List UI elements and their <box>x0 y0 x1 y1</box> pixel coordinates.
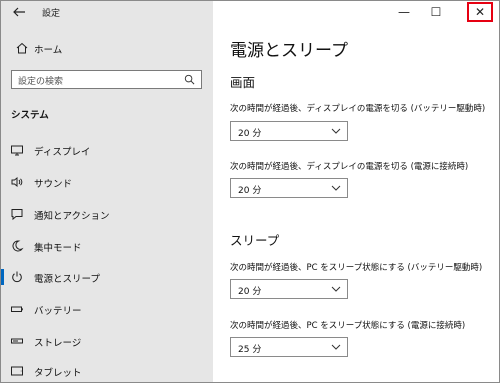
main-content: — ☐ ✕ 電源とスリープ 画面 次の時間が経過後、ディスプレイの電源を切る (… <box>213 1 499 382</box>
storage-icon <box>11 338 23 344</box>
home-icon <box>16 42 28 54</box>
sidebar-item-label: 電源とスリープ <box>34 274 100 285</box>
dropdown-value: 20 分 <box>238 129 262 139</box>
maximize-button[interactable]: ☐ <box>421 1 451 23</box>
sleep-battery-dropdown[interactable]: 20 分 <box>230 279 348 299</box>
speaker-icon <box>11 176 23 188</box>
chevron-down-icon <box>331 344 341 350</box>
sidebar-item-label: バッテリー <box>34 306 82 317</box>
screen-plugged-description: 次の時間が経過後、ディスプレイの電源を切る (電源に接続時) <box>230 162 469 172</box>
chevron-down-icon <box>331 185 341 191</box>
search-input[interactable]: 設定の検索 <box>11 70 202 89</box>
minimize-button[interactable]: — <box>389 1 419 23</box>
sleep-plugged-dropdown[interactable]: 25 分 <box>230 337 348 357</box>
back-button[interactable] <box>11 5 27 21</box>
app-title: 設定 <box>42 9 61 19</box>
search-icon <box>184 74 195 85</box>
sleep-battery-description: 次の時間が経過後、PC をスリープ状態にする (バッテリー駆動時) <box>230 263 483 273</box>
sidebar-item-storage[interactable]: ストレージ <box>1 330 213 352</box>
page-title: 電源とスリープ <box>230 41 348 61</box>
sidebar: 設定 ホーム 設定の検索 システム ディスプレイ サウンド 通知とアクション 集… <box>1 1 213 382</box>
screen-battery-dropdown[interactable]: 20 分 <box>230 121 348 141</box>
dropdown-value: 20 分 <box>238 287 262 297</box>
notification-icon <box>11 209 23 221</box>
tablet-icon <box>11 366 23 376</box>
chevron-down-icon <box>331 128 341 134</box>
screen-plugged-dropdown[interactable]: 20 分 <box>230 178 348 198</box>
battery-icon <box>11 306 23 312</box>
sidebar-item-display[interactable]: ディスプレイ <box>1 139 213 161</box>
titlebar: 設定 <box>1 1 213 25</box>
power-icon <box>12 271 22 283</box>
dropdown-value: 25 分 <box>238 345 262 355</box>
search-placeholder: 設定の検索 <box>18 77 64 87</box>
sidebar-item-label: ストレージ <box>34 338 82 349</box>
sidebar-item-tablet[interactable]: タブレット <box>1 360 213 382</box>
dropdown-value: 20 分 <box>238 186 262 196</box>
sidebar-item-label: タブレット <box>34 368 82 379</box>
sleep-heading: スリープ <box>230 233 280 248</box>
sidebar-item-notifications[interactable]: 通知とアクション <box>1 203 213 225</box>
display-icon <box>11 145 23 156</box>
sidebar-item-focus[interactable]: 集中モード <box>1 235 213 257</box>
sidebar-item-power-sleep[interactable]: 電源とスリープ <box>1 266 213 288</box>
sidebar-item-battery[interactable]: バッテリー <box>1 298 213 320</box>
sidebar-item-label: 通知とアクション <box>34 211 110 222</box>
back-arrow-icon <box>13 7 25 17</box>
sleep-plugged-description: 次の時間が経過後、PC をスリープ状態にする (電源に接続時) <box>230 321 466 331</box>
sidebar-item-sound[interactable]: サウンド <box>1 171 213 193</box>
sidebar-item-label: ディスプレイ <box>34 147 91 158</box>
sidebar-item-label: サウンド <box>34 179 73 190</box>
window-controls: — ☐ ✕ <box>389 1 499 25</box>
screen-battery-description: 次の時間が経過後、ディスプレイの電源を切る (バッテリー駆動時) <box>230 104 486 114</box>
selected-indicator <box>1 269 4 285</box>
settings-window: 設定 ホーム 設定の検索 システム ディスプレイ サウンド 通知とアクション 集… <box>0 0 500 383</box>
close-button[interactable]: ✕ <box>467 2 493 22</box>
moon-icon <box>12 240 24 252</box>
screen-heading: 画面 <box>230 75 256 90</box>
home-nav-item[interactable]: ホーム <box>7 39 207 59</box>
sidebar-item-label: 集中モード <box>34 243 82 254</box>
section-title: システム <box>11 110 49 121</box>
home-label: ホーム <box>34 45 63 56</box>
chevron-down-icon <box>331 286 341 292</box>
